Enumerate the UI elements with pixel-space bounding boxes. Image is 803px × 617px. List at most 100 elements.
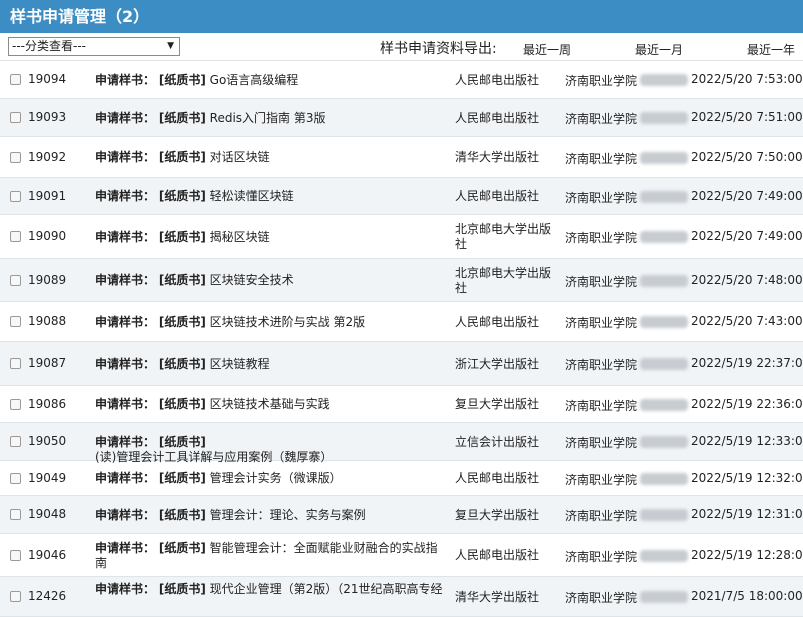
row-checkbox[interactable] — [10, 472, 21, 484]
book-title: 区块链技术基础与实践 — [209, 397, 330, 411]
request-title[interactable]: 申请样书： [纸质书] 区块链技术进阶与实战 第2版 — [95, 315, 447, 330]
book-type: [纸质书] — [158, 150, 206, 164]
request-title[interactable]: 申请样书： [纸质书] 区块链技术基础与实践 — [95, 397, 447, 412]
request-datetime: 2022/5/20 7:49:00 — [691, 188, 803, 203]
table-row[interactable]: 19092 申请样书： [纸质书] 对话区块链 清华大学出版社 济南职业学院 2022/… — [0, 137, 803, 178]
redacted-name — [640, 74, 688, 86]
table-row[interactable]: 19093 申请样书： [纸质书] Redis入门指南 第3版 人民邮电出版社 济南职… — [0, 99, 803, 137]
request-title[interactable]: 申请样书： [纸质书] 管理会计：理论、实务与案例 — [95, 508, 447, 523]
category-select[interactable]: ---分类查看--- ▼ — [8, 37, 180, 56]
publisher: 北京邮电大学出版社 — [455, 265, 552, 295]
export-last-month-link[interactable]: 最近一月 — [635, 41, 683, 58]
request-title[interactable]: 申请样书： [纸质书] 区块链教程 — [95, 357, 447, 372]
request-id: 19093 — [28, 110, 67, 124]
request-title[interactable]: 申请样书： [纸质书] 管理会计实务（微课版） — [95, 471, 447, 486]
row-checkbox[interactable] — [10, 151, 21, 163]
publisher: 浙江大学出版社 — [455, 356, 540, 371]
publisher: 人民邮电出版社 — [455, 72, 540, 87]
request-title[interactable]: 申请样书： [纸质书] Redis入门指南 第3版 — [95, 111, 447, 126]
row-checkbox[interactable] — [10, 190, 21, 202]
request-prefix: 申请样书： — [95, 72, 156, 87]
row-checkbox[interactable] — [10, 591, 21, 602]
school: 济南职业学院 — [565, 398, 638, 413]
redacted-name — [640, 436, 688, 448]
request-datetime: 2022/5/20 7:43:00 — [691, 314, 803, 328]
request-title[interactable]: 申请样书： [纸质书] 智能管理会计：全面赋能业财融合的实战指南 — [95, 541, 447, 571]
redacted-name — [640, 549, 688, 562]
request-prefix: 申请样书： — [95, 582, 156, 596]
request-datetime: 2021/7/5 18:00:00 — [691, 589, 803, 603]
table-row[interactable]: 19089 申请样书： [纸质书] 区块链安全技术 北京邮电大学出版社 济南职业学院 2… — [0, 259, 803, 302]
publisher: 人民邮电出版社 — [455, 548, 540, 562]
request-id: 19087 — [28, 356, 67, 370]
export-label: 样书申请资料导出: — [380, 41, 497, 57]
request-id: 19086 — [28, 396, 67, 411]
request-title[interactable]: 申请样书： [纸质书] 对话区块链 — [95, 150, 447, 165]
row-checkbox[interactable] — [10, 436, 21, 447]
book-type: [纸质书] — [158, 471, 206, 485]
row-checkbox[interactable] — [10, 549, 21, 561]
request-id: 12426 — [28, 589, 67, 603]
export-last-year-link[interactable]: 最近一年 — [747, 41, 795, 58]
request-id: 19050 — [28, 434, 67, 448]
request-title[interactable]: 申请样书： [纸质书] (读)管理会计工具详解与应用案例（魏厚寨） — [95, 435, 447, 465]
export-last-week-link[interactable]: 最近一周 — [523, 41, 571, 58]
school: 济南职业学院 — [565, 358, 638, 372]
request-prefix: 申请样书： — [95, 150, 156, 164]
table-row[interactable]: 19094 申请样书： [纸质书] Go语言高级编程 人民邮电出版社 济南职业学院 20… — [0, 61, 803, 99]
book-type: [纸质书] — [158, 434, 206, 449]
row-checkbox[interactable] — [10, 274, 21, 286]
table-row[interactable]: 12426 申请样书： [纸质书] 现代企业管理（第2版）（21世纪高职高专经 清华… — [0, 577, 803, 617]
row-checkbox[interactable] — [10, 74, 21, 85]
publisher: 立信会计出版社 — [455, 434, 540, 449]
page-header: 样书申请管理（2） — [0, 0, 803, 33]
request-datetime: 2022/5/20 7:49:00 — [691, 229, 803, 243]
redacted-name — [640, 472, 688, 485]
publisher: 人民邮电出版社 — [455, 110, 540, 125]
table-row[interactable]: 19088 申请样书： [纸质书] 区块链技术进阶与实战 第2版 人民邮电出版社 济南… — [0, 302, 803, 342]
book-title: 区块链安全技术 — [209, 273, 294, 287]
request-title[interactable]: 申请样书： [纸质书] 轻松读懂区块链 — [95, 189, 447, 204]
table-row[interactable]: 19091 申请样书： [纸质书] 轻松读懂区块链 人民邮电出版社 济南职业学院 202… — [0, 178, 803, 215]
row-checkbox[interactable] — [10, 316, 21, 327]
row-checkbox[interactable] — [10, 112, 21, 123]
table-row[interactable]: 19087 申请样书： [纸质书] 区块链教程 浙江大学出版社 济南职业学院 2022/… — [0, 342, 803, 386]
request-datetime: 2022/5/19 12:32:00 — [691, 470, 803, 485]
book-title: Go语言高级编程 — [209, 72, 299, 87]
request-title[interactable]: 申请样书： [纸质书] Go语言高级编程 — [95, 73, 447, 88]
table-row[interactable]: 19050 申请样书： [纸质书] (读)管理会计工具详解与应用案例（魏厚寨） 立信… — [0, 423, 803, 464]
school: 济南职业学院 — [565, 591, 638, 605]
request-prefix: 申请样书： — [95, 434, 156, 449]
publisher: 复旦大学出版社 — [455, 397, 540, 411]
table-row[interactable]: 19090 申请样书： [纸质书] 揭秘区块链 北京邮电大学出版社 济南职业学院 202… — [0, 215, 803, 259]
table-row[interactable]: 19046 申请样书： [纸质书] 智能管理会计：全面赋能业财融合的实战指南 人民邮… — [0, 534, 803, 577]
school: 济南职业学院 — [565, 190, 638, 205]
request-id: 19092 — [28, 149, 67, 164]
row-checkbox[interactable] — [10, 358, 21, 369]
request-id: 19089 — [28, 272, 67, 287]
book-title: 管理会计实务（微课版） — [209, 471, 342, 485]
publisher: 人民邮电出版社 — [455, 471, 540, 485]
book-type: [纸质书] — [158, 273, 206, 287]
book-type: [纸质书] — [158, 314, 206, 329]
toolbar: ---分类查看--- ▼ 样书申请资料导出: 最近一周 最近一月 最近一年 — [0, 33, 803, 61]
redacted-name — [640, 190, 688, 203]
table-row[interactable]: 19086 申请样书： [纸质书] 区块链技术基础与实践 复旦大学出版社 济南职业学院… — [0, 386, 803, 423]
request-datetime: 2022/5/20 7:50:00 — [691, 149, 803, 164]
request-datetime: 2022/5/19 12:31:00 — [691, 507, 803, 521]
table-row[interactable]: 19049 申请样书： [纸质书] 管理会计实务（微课版） 人民邮电出版社 济南职业学… — [0, 461, 803, 496]
redacted-name — [640, 274, 688, 287]
request-prefix: 申请样书： — [95, 273, 156, 287]
school: 济南职业学院 — [565, 274, 638, 289]
request-title[interactable]: 申请样书： [纸质书] 区块链安全技术 — [95, 273, 447, 288]
request-datetime: 2022/5/20 7:53:00 — [691, 72, 803, 86]
school: 济南职业学院 — [565, 436, 638, 450]
school: 济南职业学院 — [565, 509, 638, 523]
row-checkbox[interactable] — [10, 398, 21, 410]
row-checkbox[interactable] — [10, 231, 21, 242]
request-title[interactable]: 申请样书： [纸质书] 揭秘区块链 — [95, 230, 447, 245]
request-prefix: 申请样书： — [95, 397, 156, 411]
book-title: 轻松读懂区块链 — [209, 189, 294, 203]
table-row[interactable]: 19048 申请样书： [纸质书] 管理会计：理论、实务与案例 复旦大学出版社 济南职… — [0, 496, 803, 534]
row-checkbox[interactable] — [10, 509, 21, 520]
